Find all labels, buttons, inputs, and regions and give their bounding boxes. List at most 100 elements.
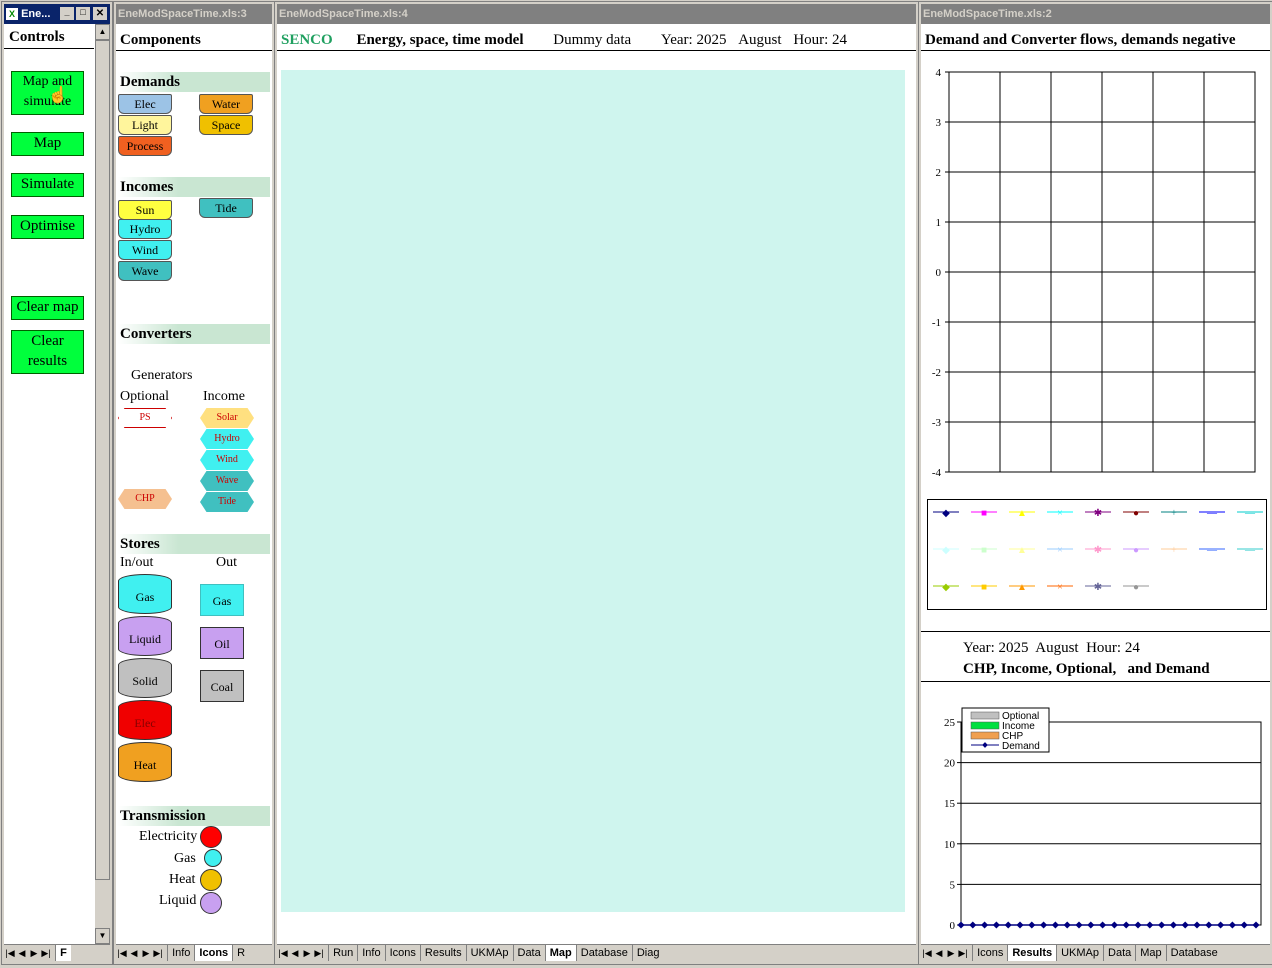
clear-map-button[interactable]: Clear map bbox=[11, 296, 84, 320]
demand-water-icon[interactable]: Water bbox=[199, 94, 253, 114]
tab-info[interactable]: Info bbox=[167, 945, 194, 961]
components-titlebar[interactable]: EneModSpaceTime.xls:3 bbox=[116, 4, 272, 24]
hour-label: Hour: 24 bbox=[793, 32, 848, 48]
first-sheet-icon[interactable]: |◀ bbox=[116, 948, 128, 959]
last-sheet-icon[interactable]: ▶| bbox=[313, 948, 325, 959]
tab-ukmap[interactable]: UKMAp bbox=[1056, 945, 1103, 961]
tab-data[interactable]: Data bbox=[1103, 945, 1135, 961]
income-sun-icon[interactable]: Sun bbox=[118, 200, 172, 220]
converter-solar-icon[interactable]: Solar bbox=[200, 408, 254, 428]
chp-y-tick-label: 20 bbox=[944, 758, 956, 770]
converter-wave-icon[interactable]: Wave bbox=[200, 471, 254, 491]
income-tide-icon[interactable]: Tide bbox=[199, 198, 253, 218]
income-hydro-icon[interactable]: Hydro bbox=[118, 219, 172, 239]
first-sheet-icon[interactable]: |◀ bbox=[277, 948, 289, 959]
converter-ps-icon[interactable]: PS bbox=[118, 408, 172, 428]
scroll-down-icon[interactable]: ▼ bbox=[95, 928, 110, 944]
components-window: EneModSpaceTime.xls:3 Components Demands… bbox=[113, 1, 275, 965]
map-header: SENCO Energy, space, time model Dummy da… bbox=[281, 32, 847, 49]
tab-results[interactable]: Results bbox=[419, 945, 466, 961]
demand-light-icon[interactable]: Light bbox=[118, 115, 172, 135]
tab-database[interactable]: Database bbox=[575, 945, 632, 961]
tab-icons[interactable]: Icons bbox=[384, 945, 420, 961]
tab-data[interactable]: Data bbox=[512, 945, 545, 961]
tab-icons[interactable]: Icons bbox=[194, 945, 233, 961]
prev-sheet-icon[interactable]: ◀ bbox=[128, 948, 140, 959]
components-header: Components bbox=[120, 32, 201, 48]
converter-tide-icon[interactable]: Tide bbox=[200, 492, 254, 512]
close-icon[interactable]: ✕ bbox=[93, 7, 107, 20]
results-titlebar[interactable]: EneModSpaceTime.xls:2 bbox=[921, 4, 1270, 24]
store-heat-cylinder[interactable]: Heat bbox=[118, 742, 172, 782]
tab-map[interactable]: Map bbox=[544, 945, 576, 961]
flows-y-tick-label: -3 bbox=[932, 417, 942, 429]
chp-y-tick-label: 0 bbox=[950, 920, 956, 932]
tab-results[interactable]: Results bbox=[1007, 945, 1057, 961]
chart-divider bbox=[921, 631, 1270, 632]
tab-r[interactable]: R bbox=[232, 945, 249, 961]
income-wind-icon[interactable]: Wind bbox=[118, 240, 172, 260]
tab-icons[interactable]: Icons bbox=[972, 945, 1007, 961]
scroll-thumb[interactable] bbox=[95, 40, 110, 880]
tab-ukmap[interactable]: UKMAp bbox=[465, 945, 513, 961]
chart2-title: CHP, Income, Optional, and Demand bbox=[963, 661, 1210, 677]
minimize-icon[interactable]: _ bbox=[60, 7, 74, 20]
legend-marker: ▲ bbox=[1017, 508, 1027, 519]
tab-info[interactable]: Info bbox=[357, 945, 384, 961]
next-sheet-icon[interactable]: ▶ bbox=[28, 948, 40, 959]
tab-map[interactable]: Map bbox=[1135, 945, 1165, 961]
prev-sheet-icon[interactable]: ◀ bbox=[933, 948, 945, 959]
next-sheet-icon[interactable]: ▶ bbox=[140, 948, 152, 959]
last-sheet-icon[interactable]: ▶| bbox=[957, 948, 969, 959]
controls-titlebar[interactable]: X Ene... _ □ ✕ bbox=[4, 4, 110, 24]
converter-wind-icon[interactable]: Wind bbox=[200, 450, 254, 470]
tab-f[interactable]: F bbox=[55, 945, 71, 961]
demand-elec-icon[interactable]: Elec bbox=[118, 94, 172, 114]
clear-results-button[interactable]: Clear results bbox=[11, 330, 84, 374]
store-liquid-cylinder[interactable]: Liquid bbox=[118, 616, 172, 656]
demand-process-icon[interactable]: Process bbox=[118, 136, 172, 156]
converter-chp-icon[interactable]: CHP bbox=[118, 489, 172, 509]
tab-database[interactable]: Database bbox=[1165, 945, 1222, 961]
legend-marker: — bbox=[1206, 545, 1218, 556]
store-out-coal-cube[interactable]: Coal bbox=[200, 670, 244, 702]
next-sheet-icon[interactable]: ▶ bbox=[301, 948, 313, 959]
transmission-electricity-icon[interactable] bbox=[200, 826, 222, 848]
legend-marker: ● bbox=[1133, 508, 1139, 519]
controls-vertical-scrollbar[interactable]: ▲ ▼ bbox=[94, 24, 110, 944]
simulate-button[interactable]: Simulate bbox=[11, 173, 84, 197]
flows-y-tick-label: -4 bbox=[932, 467, 942, 479]
transmission-liquid-icon[interactable] bbox=[200, 892, 222, 914]
store-solid-cylinder[interactable]: Solid bbox=[118, 658, 172, 698]
last-sheet-icon[interactable]: ▶| bbox=[152, 948, 164, 959]
converter-hydro-icon[interactable]: Hydro bbox=[200, 429, 254, 449]
first-sheet-icon[interactable]: |◀ bbox=[4, 948, 16, 959]
prev-sheet-icon[interactable]: ◀ bbox=[16, 948, 28, 959]
legend-marker: ✱ bbox=[1094, 545, 1102, 556]
next-sheet-icon[interactable]: ▶ bbox=[945, 948, 957, 959]
income-wave-icon[interactable]: Wave bbox=[118, 261, 172, 281]
legend-marker: ✱ bbox=[1094, 582, 1102, 593]
store-out-gas-cube[interactable]: Gas bbox=[200, 584, 244, 616]
optimise-button[interactable]: Optimise bbox=[11, 215, 84, 239]
legend-marker: ✱ bbox=[1094, 508, 1102, 519]
maximize-icon[interactable]: □ bbox=[76, 7, 90, 20]
flows-y-tick-label: 0 bbox=[936, 267, 942, 279]
legend-marker: × bbox=[1057, 508, 1063, 519]
first-sheet-icon[interactable]: |◀ bbox=[921, 948, 933, 959]
map-button[interactable]: Map bbox=[11, 132, 84, 156]
last-sheet-icon[interactable]: ▶| bbox=[40, 948, 52, 959]
prev-sheet-icon[interactable]: ◀ bbox=[289, 948, 301, 959]
tab-run[interactable]: Run bbox=[328, 945, 357, 961]
store-gas-cylinder[interactable]: Gas bbox=[118, 574, 172, 614]
transmission-gas-icon[interactable] bbox=[204, 849, 222, 867]
legend-marker: — bbox=[1244, 545, 1256, 556]
map-canvas[interactable] bbox=[281, 70, 905, 912]
store-elec-cylinder[interactable]: Elec bbox=[118, 700, 172, 740]
tab-diag[interactable]: Diag bbox=[631, 945, 664, 961]
scroll-up-icon[interactable]: ▲ bbox=[95, 24, 110, 40]
map-titlebar[interactable]: EneModSpaceTime.xls:4 bbox=[277, 4, 916, 24]
demand-space-icon[interactable]: Space bbox=[199, 115, 253, 135]
transmission-heat-icon[interactable] bbox=[200, 869, 222, 891]
store-out-oil-cube[interactable]: Oil bbox=[200, 627, 244, 659]
